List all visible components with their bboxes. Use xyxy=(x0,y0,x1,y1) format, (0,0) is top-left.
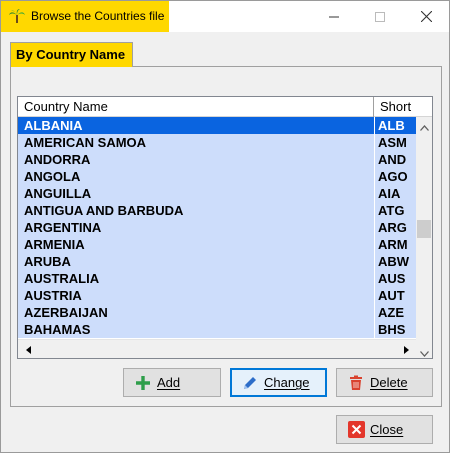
horizontal-scrollbar[interactable] xyxy=(18,339,416,358)
vertical-scrollbar[interactable] xyxy=(416,117,432,339)
column-separator xyxy=(374,304,375,321)
short-code-cell: AZE xyxy=(378,305,404,320)
list-row[interactable]: AMERICAN SAMOA ASM xyxy=(18,134,416,151)
country-name-cell: ANGUILLA xyxy=(24,186,92,201)
countries-list[interactable]: Country Name Short ALBANIA ALB AMERICAN … xyxy=(17,96,433,359)
country-name-cell: ANTIGUA AND BARBUDA xyxy=(24,203,184,218)
country-name-cell: BAHAMAS xyxy=(24,322,91,337)
short-code-cell: ARM xyxy=(378,237,408,252)
list-row[interactable]: BAHAMAS BHS xyxy=(18,321,416,338)
country-name-cell: ANDORRA xyxy=(24,152,91,167)
minimize-button[interactable] xyxy=(311,1,357,32)
trash-icon xyxy=(347,374,365,392)
minimize-icon xyxy=(329,12,339,22)
country-name-cell: ARGENTINA xyxy=(24,220,102,235)
list-row[interactable]: AZERBAIJAN AZE xyxy=(18,304,416,321)
list-row[interactable]: ARGENTINA ARG xyxy=(18,219,416,236)
column-separator xyxy=(374,287,375,304)
tab-by-country-name[interactable]: By Country Name xyxy=(10,42,133,67)
short-code-cell: AIA xyxy=(378,186,401,201)
column-separator xyxy=(374,202,375,219)
add-button-label: Add xyxy=(157,375,181,390)
short-code-cell: ALB xyxy=(378,118,405,133)
short-code-cell: BHS xyxy=(378,322,406,337)
browse-window: Browse the Countries file By Country Nam… xyxy=(0,0,450,453)
column-separator xyxy=(374,270,375,287)
change-button[interactable]: Change xyxy=(230,368,327,397)
delete-button-label: Delete xyxy=(370,375,408,390)
country-name-cell: ALBANIA xyxy=(24,118,83,133)
pencil-icon xyxy=(241,374,259,392)
chevron-up-icon[interactable] xyxy=(420,119,429,134)
list-row[interactable]: ANTIGUA AND BARBUDA ATG xyxy=(18,202,416,219)
close-x-icon xyxy=(347,421,365,439)
column-separator xyxy=(374,134,375,151)
column-separator xyxy=(374,185,375,202)
chevron-down-icon[interactable] xyxy=(420,345,429,358)
change-button-label: Change xyxy=(264,375,310,390)
column-separator xyxy=(374,168,375,185)
column-separator xyxy=(374,321,375,338)
vertical-scroll-thumb[interactable] xyxy=(417,220,431,238)
arrow-right-icon xyxy=(403,342,409,357)
scroll-left-button[interactable] xyxy=(20,342,36,356)
list-row[interactable]: ANGOLA AGO xyxy=(18,168,416,185)
arrow-left-icon xyxy=(25,342,31,357)
short-code-cell: AUT xyxy=(378,288,405,303)
list-row[interactable]: AUSTRIA AUT xyxy=(18,287,416,304)
short-code-cell: ABW xyxy=(378,254,410,269)
short-code-cell: AGO xyxy=(378,169,408,184)
palm-tree-icon xyxy=(8,8,26,24)
list-rows: ALBANIA ALB AMERICAN SAMOA ASM ANDORRA A… xyxy=(18,117,416,338)
title-bar[interactable]: Browse the Countries file xyxy=(1,1,449,32)
maximize-button[interactable] xyxy=(357,1,403,32)
list-row[interactable]: ALBANIA ALB xyxy=(18,117,416,134)
list-row[interactable]: ANDORRA AND xyxy=(18,151,416,168)
country-name-cell: ANGOLA xyxy=(24,169,81,184)
country-name-cell: AZERBAIJAN xyxy=(24,305,108,320)
short-code-cell: AUS xyxy=(378,271,406,286)
window-title: Browse the Countries file xyxy=(31,9,165,23)
short-code-cell: ASM xyxy=(378,135,407,150)
list-row[interactable]: AUSTRALIA AUS xyxy=(18,270,416,287)
country-name-cell: AUSTRIA xyxy=(24,288,82,303)
short-code-cell: ARG xyxy=(378,220,407,235)
list-row[interactable]: ARUBA ABW xyxy=(18,253,416,270)
column-header-country-name[interactable]: Country Name xyxy=(18,97,374,117)
column-headers: Country Name Short xyxy=(18,97,432,117)
column-separator xyxy=(374,253,375,270)
close-icon xyxy=(420,11,432,22)
list-row[interactable]: ANGUILLA AIA xyxy=(18,185,416,202)
window-close-button[interactable] xyxy=(403,1,449,32)
country-name-cell: ARUBA xyxy=(24,254,71,269)
country-name-cell: AUSTRALIA xyxy=(24,271,100,286)
column-header-short[interactable]: Short xyxy=(374,97,426,117)
country-name-cell: AMERICAN SAMOA xyxy=(24,135,147,150)
column-separator xyxy=(374,151,375,168)
scrollbar-corner xyxy=(416,339,432,358)
short-code-cell: AND xyxy=(378,152,407,167)
column-separator xyxy=(374,117,375,134)
column-separator xyxy=(374,236,375,253)
close-button[interactable]: Close xyxy=(336,415,433,444)
short-code-cell: ATG xyxy=(378,203,405,218)
column-separator xyxy=(374,219,375,236)
maximize-icon xyxy=(375,11,385,22)
list-row[interactable]: ARMENIA ARM xyxy=(18,236,416,253)
close-button-label: Close xyxy=(370,422,404,437)
delete-button[interactable]: Delete xyxy=(336,368,433,397)
add-button[interactable]: Add xyxy=(123,368,221,397)
plus-icon xyxy=(134,374,152,392)
country-name-cell: ARMENIA xyxy=(24,237,85,252)
scroll-right-button[interactable] xyxy=(398,342,414,356)
